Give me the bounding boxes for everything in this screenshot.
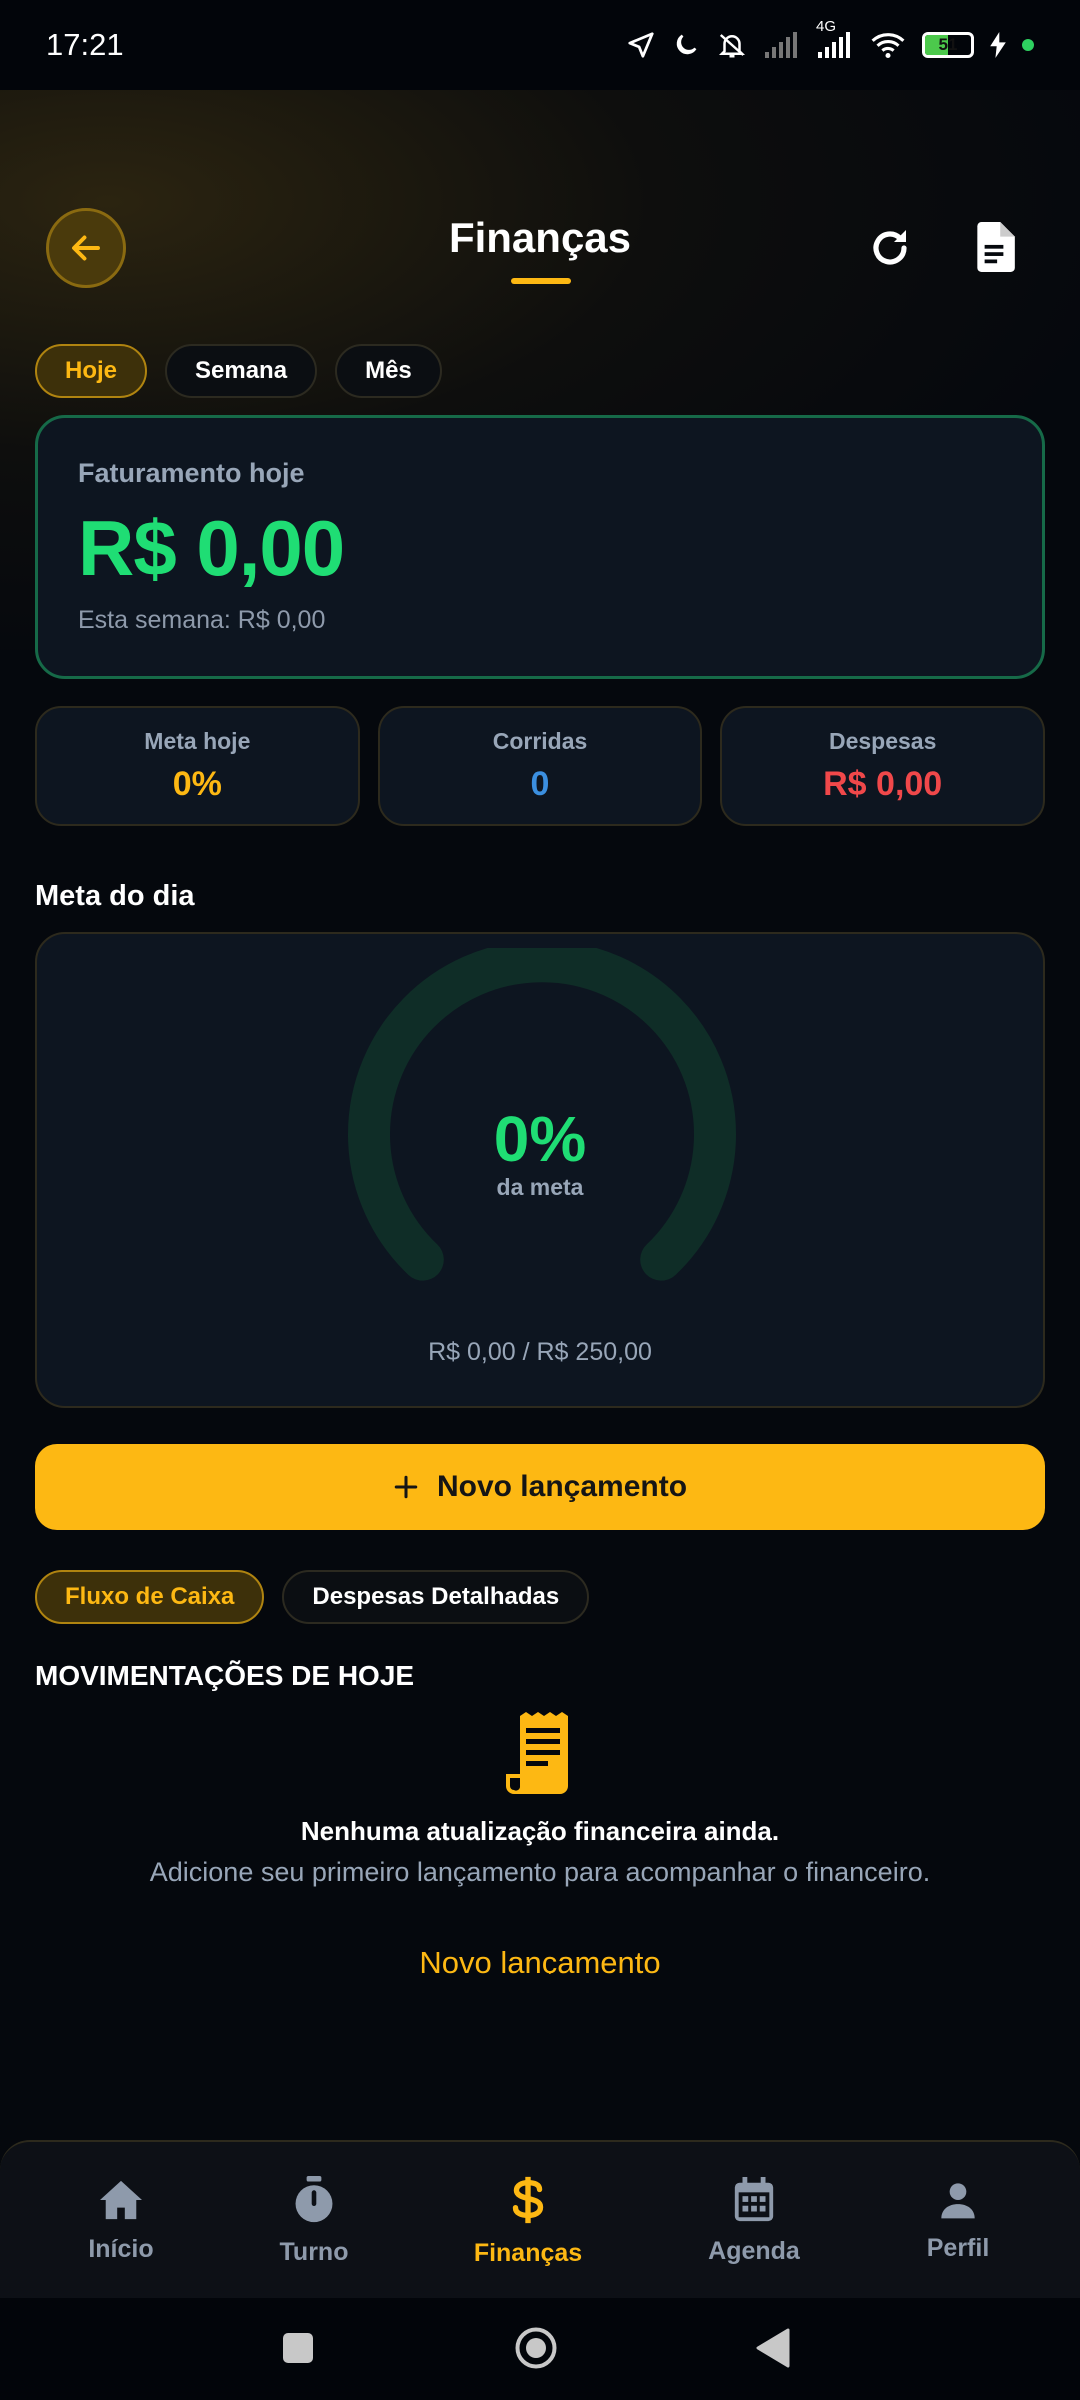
plus-icon: [394, 1475, 418, 1499]
refresh-button[interactable]: [866, 224, 914, 272]
stat-label: Corridas: [492, 728, 588, 754]
new-entry-label: Novo lançamento: [436, 1470, 688, 1503]
stats-row: Meta hoje 0% Corridas 0 Despesas R$ 0,00: [35, 706, 1046, 826]
stat-value: 0: [530, 765, 550, 803]
period-tabs: Hoje Semana Mês: [35, 344, 442, 398]
nav-label: Turno: [279, 2237, 349, 2266]
tab-semana[interactable]: Semana: [165, 344, 318, 398]
document-icon: [977, 222, 1015, 272]
empty-state-link-wrap: Novo lançamento: [0, 1940, 1080, 1974]
signal-icon: [765, 32, 797, 58]
moon-icon: [676, 34, 697, 55]
goal-gauge-card: 0% da meta R$ 0,00 / R$ 250,00: [35, 932, 1045, 1408]
refresh-icon: [873, 230, 907, 265]
recents-button[interactable]: [282, 2332, 314, 2364]
nav-item-inicio[interactable]: Início: [21, 2142, 221, 2300]
stopwatch-icon: [295, 2175, 333, 2222]
person-icon: [941, 2182, 975, 2218]
back-nav-button[interactable]: [756, 2328, 790, 2368]
home-button[interactable]: [514, 2326, 558, 2370]
goal-percent: 0%: [493, 1103, 587, 1175]
system-nav-bar: [0, 2298, 1080, 2400]
signal-4g-icon: 4G: [816, 18, 854, 58]
nav-item-perfil[interactable]: Perfil: [858, 2142, 1058, 2300]
wifi-icon: [871, 33, 905, 59]
charging-icon: [990, 32, 1006, 58]
nav-label: Perfil: [926, 2233, 990, 2262]
page-title: Finanças: [448, 214, 632, 261]
bell-off-icon: [718, 34, 746, 58]
calendar-icon: [734, 2176, 774, 2221]
privacy-dot: [1022, 39, 1034, 51]
network-type: 4G: [816, 18, 837, 35]
dollar-icon: [512, 2176, 544, 2223]
stat-card-despesas: Despesas R$ 0,00: [720, 706, 1046, 826]
empty-state-title: Nenhuma atualização financeira ainda.: [300, 1816, 780, 1846]
stat-card-corridas: Corridas 0: [377, 706, 703, 826]
stat-value: R$ 0,00: [823, 765, 943, 803]
goal-section-title: Meta do dia: [35, 880, 195, 912]
stat-value: 0%: [172, 765, 222, 803]
nav-label: Finanças: [473, 2238, 583, 2267]
title-underline: [511, 278, 571, 284]
home-icon: [100, 2180, 142, 2219]
status-bar: 17:21 4G 51: [0, 0, 1080, 90]
status-time: 17:21: [46, 27, 124, 62]
view-tabs: Fluxo de Caixa Despesas Detalhadas: [35, 1570, 590, 1624]
revenue-label: Faturamento hoje: [78, 458, 305, 488]
location-icon: [628, 32, 654, 58]
nav-item-turno[interactable]: Turno: [214, 2142, 414, 2300]
revenue-week: Esta semana: R$ 0,00: [78, 606, 326, 634]
tab-despesas-detalhadas[interactable]: Despesas Detalhadas: [282, 1570, 590, 1624]
stat-label: Despesas: [828, 728, 937, 754]
goal-subtitle: da meta: [496, 1174, 584, 1200]
tab-mes[interactable]: Mês: [335, 344, 442, 398]
report-button[interactable]: [972, 222, 1016, 272]
empty-state-description: Adicione seu primeiro lançamento para ac…: [149, 1857, 931, 1887]
battery-icon: 51: [922, 32, 974, 58]
stat-card-meta: Meta hoje 0%: [35, 706, 360, 826]
movements-title: MOVIMENTAÇÕES DE HOJE: [35, 1660, 415, 1691]
receipt-icon: [506, 1712, 568, 1794]
header: Finanças: [0, 200, 1080, 300]
revenue-card: Faturamento hoje R$ 0,00 Esta semana: R$…: [35, 415, 1045, 679]
battery-level: 51: [938, 35, 958, 54]
new-entry-button[interactable]: Novo lançamento: [35, 1444, 1045, 1530]
goal-amounts: R$ 0,00 / R$ 250,00: [428, 1338, 652, 1366]
revenue-value: R$ 0,00: [78, 504, 345, 592]
nav-item-agenda[interactable]: Agenda: [654, 2142, 854, 2300]
tab-fluxo-de-caixa[interactable]: Fluxo de Caixa: [35, 1570, 265, 1624]
bottom-nav: Início Turno Finanças Agenda Perfil: [0, 2140, 1080, 2298]
nav-item-financas[interactable]: Finanças: [428, 2142, 628, 2300]
nav-label: Agenda: [708, 2236, 800, 2265]
nav-label: Início: [88, 2234, 154, 2263]
stat-label: Meta hoje: [144, 728, 251, 754]
tab-hoje[interactable]: Hoje: [35, 344, 148, 398]
status-icons: 4G 51: [626, 18, 1034, 60]
empty-state-new-entry-link[interactable]: Novo lançamento: [419, 1945, 660, 1974]
